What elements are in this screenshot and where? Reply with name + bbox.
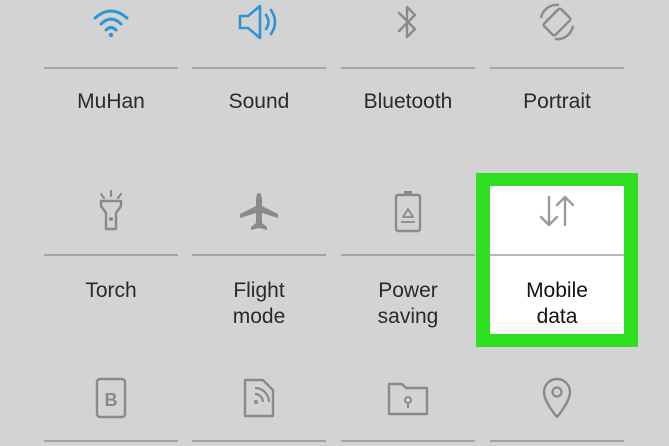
tile-label: Torch (85, 279, 137, 302)
tile-divider (44, 254, 178, 256)
tile-divider (192, 440, 326, 442)
tile-divider (44, 67, 178, 69)
tile-divider (341, 440, 475, 442)
tile-label: Flight mode (232, 279, 286, 328)
secure-folder-icon (341, 370, 475, 426)
tile-divider (490, 440, 624, 442)
tile-divider (44, 440, 178, 442)
torch-icon (44, 186, 178, 236)
wifi-icon (44, 0, 178, 44)
tile-label: Portrait (523, 90, 591, 113)
tile-label: Bluetooth (363, 90, 453, 113)
tile-divider (192, 254, 326, 256)
data-arrows-icon (490, 186, 624, 236)
tile-label: MuHan (77, 90, 145, 113)
tile-divider (341, 67, 475, 69)
battery-recycle-icon (341, 186, 475, 236)
tile-divider (192, 67, 326, 69)
tile-label: Mobile data (526, 279, 588, 328)
svg-text:B: B (105, 390, 118, 410)
tile-label: Power saving (377, 279, 439, 328)
nfc-icon (192, 370, 326, 426)
rotate-icon (490, 0, 624, 44)
location-icon (490, 370, 624, 426)
blocking-mode-icon: B (44, 370, 178, 426)
airplane-icon (192, 186, 326, 236)
tile-label: Sound (228, 90, 290, 113)
tile-divider (341, 254, 475, 256)
bluetooth-icon (341, 0, 475, 44)
quick-settings-panel: MuHan Sound Bluetooth Portrait Torch Fli… (0, 0, 669, 446)
tile-divider (490, 67, 624, 69)
tile-divider (490, 254, 624, 256)
speaker-icon (192, 0, 326, 44)
